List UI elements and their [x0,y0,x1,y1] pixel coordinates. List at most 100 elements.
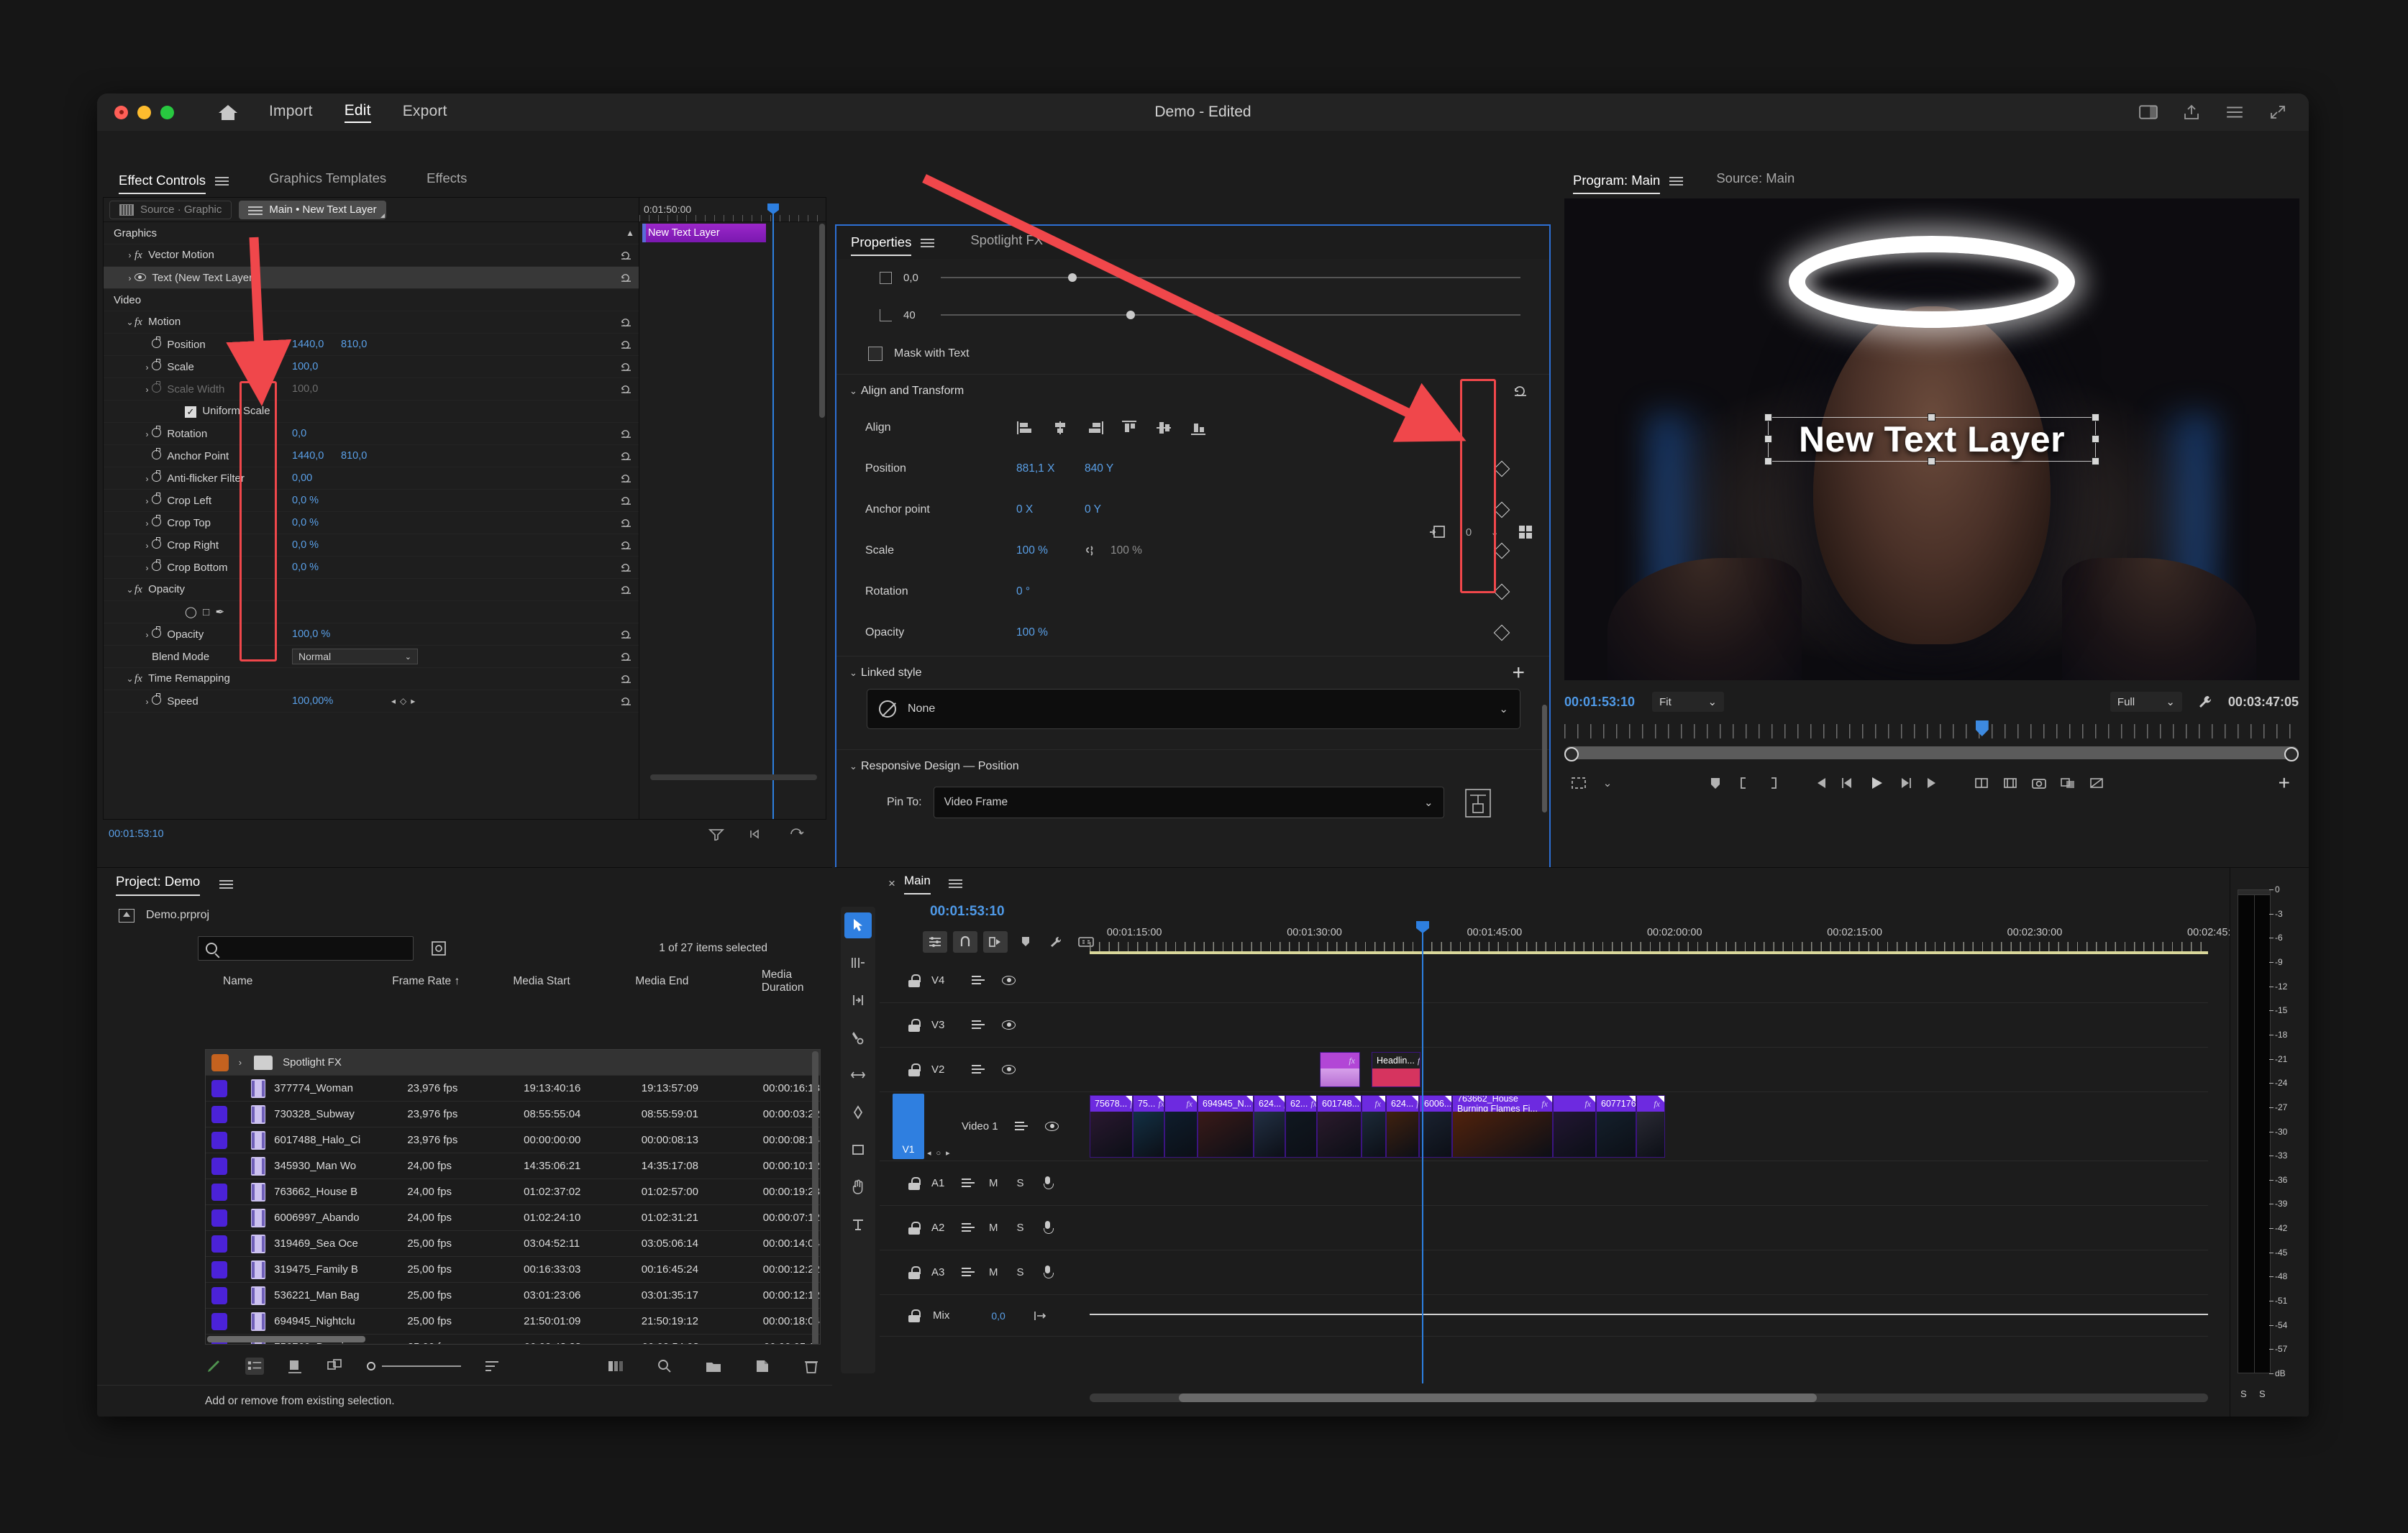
target-track-icon[interactable] [972,974,986,987]
go-to-out-icon[interactable] [1920,771,1948,795]
reset-icon[interactable] [620,563,632,572]
ec-timecode[interactable]: 00:01:53:10 [109,828,164,840]
menu-export[interactable]: Export [403,103,447,122]
tab-graphics-templates[interactable]: Graphics Templates [269,170,386,191]
timeline-clip[interactable]: fx [1636,1095,1665,1158]
effect-row[interactable]: › Crop Right 0,0 % [104,534,639,557]
lock-icon[interactable] [908,1018,921,1032]
settings-wrench-icon[interactable] [1044,931,1068,953]
sequence-menu-icon[interactable] [948,879,962,889]
program-current-timecode[interactable]: 00:01:53:10 [1564,695,1635,710]
step-back-icon[interactable] [1833,771,1862,795]
project-menu-icon[interactable] [219,879,234,889]
link-icon[interactable] [1085,543,1098,559]
fullscreen-icon[interactable] [2268,104,2287,120]
twirl-icon[interactable]: › [142,474,152,484]
effect-row[interactable]: Graphics ▲ [104,222,639,244]
go-to-next-keyframe-icon[interactable] [749,828,765,841]
align-top-icon[interactable] [1120,420,1139,436]
label-color-swatch[interactable] [211,1183,227,1201]
align-right-icon[interactable] [1085,420,1104,436]
effect-row-value[interactable]: 1440,0 [292,339,324,350]
effect-row[interactable]: › Crop Bottom 0,0 % [104,557,639,579]
window-controls[interactable] [114,105,174,119]
linked-style-select[interactable]: None ⌄ [867,689,1520,729]
target-track-icon[interactable] [962,1177,976,1189]
push-style-icon[interactable] [1428,523,1447,541]
linked-selection-icon[interactable] [983,931,1008,953]
track-clips-v3[interactable] [1090,1003,2208,1047]
keyframe-nav[interactable]: ◂◇▸ [391,696,419,706]
track-clips-v1[interactable]: 75678...fx75...fxfx694945_N...fx624...fx… [1090,1092,2208,1161]
effect-row[interactable]: Blend Mode Normal ⌄ [104,646,639,668]
stopwatch-icon[interactable] [152,447,161,459]
table-row[interactable]: 536221_Man Bag 25,00 fps 03:01:23:06 03:01:… [206,1283,820,1309]
effect-row[interactable]: › fx Vector Motion [104,244,639,267]
target-track-icon[interactable] [962,1266,976,1278]
table-row[interactable]: 319469_Sea Oce 25,00 fps 03:04:52:11 03:05:… [206,1231,820,1257]
reset-icon[interactable] [620,541,632,550]
solo-right-button[interactable]: S [2259,1388,2266,1399]
nesting-icon[interactable] [923,931,947,953]
label-color-swatch[interactable] [211,1053,229,1071]
table-row[interactable]: 6017488_Halo_Ci 23,976 fps 00:00:00:00 00:0… [206,1127,820,1153]
chevron-down-icon[interactable]: ⌄ [1499,703,1508,715]
menu-edit[interactable]: Edit [344,102,371,123]
twirl-icon[interactable]: › [142,429,152,439]
mix-value[interactable]: 0,0 [991,1310,1005,1322]
microphone-icon[interactable] [1043,1265,1054,1280]
stopwatch-icon[interactable] [152,358,161,370]
label-color-swatch[interactable] [211,1312,227,1330]
keyframe-toggle-icon[interactable] [1493,542,1510,559]
pin-to-select[interactable]: Video Frame ⌄ [933,787,1444,818]
find-icon[interactable] [655,1358,674,1375]
effect-row[interactable]: Position 1440,0 810,0 [104,334,639,356]
stopwatch-icon[interactable] [152,336,161,348]
safe-margins-icon[interactable] [2082,771,2111,795]
transform-value-2[interactable]: 100 % [1110,544,1142,557]
lift-icon[interactable] [1967,771,1996,795]
twirl-icon[interactable]: ⌄ [125,674,134,684]
reset-icon[interactable] [620,385,632,394]
track-header-a1[interactable]: A1 M S [880,1161,1090,1205]
gradient-bottom-value[interactable]: 40 [903,309,941,321]
gradient-bottom-slider[interactable] [941,311,1520,319]
icon-view-icon[interactable] [286,1358,304,1375]
program-playhead[interactable] [1975,720,1989,736]
effect-row[interactable]: ✓ Uniform Scale [104,401,639,423]
transform-value-2[interactable]: 0 Y [1085,503,1101,516]
new-bin-icon[interactable] [704,1358,723,1375]
marker-icon[interactable] [1701,771,1730,795]
slip-tool-icon[interactable] [844,1062,872,1088]
close-button[interactable] [114,105,128,119]
effect-row-value[interactable]: 1440,0 [292,450,324,462]
keyframe-toggle-icon[interactable] [1493,624,1510,641]
tab-program-main[interactable]: Program: Main [1573,173,1661,194]
snap-icon[interactable] [953,931,977,953]
mask-tools[interactable]: ◯ □ ✒ [185,606,224,618]
timeline-clip[interactable]: 763662_House Burning Flames Fi... fx [1452,1095,1553,1158]
label-color-swatch[interactable] [211,1235,227,1253]
label-color-swatch[interactable] [211,1131,227,1149]
lock-icon[interactable] [908,1221,921,1235]
reset-icon[interactable] [620,474,632,483]
list-view-icon[interactable] [245,1358,264,1375]
track-visibility-icon[interactable] [1002,1065,1016,1074]
timeline-clip[interactable]: 75...fx [1133,1095,1164,1158]
stopwatch-icon[interactable] [152,492,161,504]
delete-icon[interactable] [802,1358,821,1375]
gradient-top-slider[interactable] [941,273,1520,282]
mute-button[interactable]: M [989,1177,998,1189]
sequence-clip-chip[interactable]: Main • New Text Layer [239,200,386,219]
reset-icon[interactable] [620,674,632,684]
program-zoom-scrollbar[interactable] [1564,746,2299,761]
program-video-view[interactable]: New Text Layer [1564,198,2299,680]
timeline-clip[interactable]: 601748...fx [1317,1095,1362,1158]
effect-row[interactable]: › Scale 100,0 [104,356,639,378]
reset-icon[interactable] [1513,385,1528,397]
track-header-a3[interactable]: A3 M S [880,1250,1090,1294]
track-clips-a1[interactable] [1090,1161,2208,1205]
keyframe-toggle-icon[interactable] [1493,501,1510,518]
lock-icon[interactable] [908,1309,921,1322]
stopwatch-icon[interactable] [152,626,161,638]
